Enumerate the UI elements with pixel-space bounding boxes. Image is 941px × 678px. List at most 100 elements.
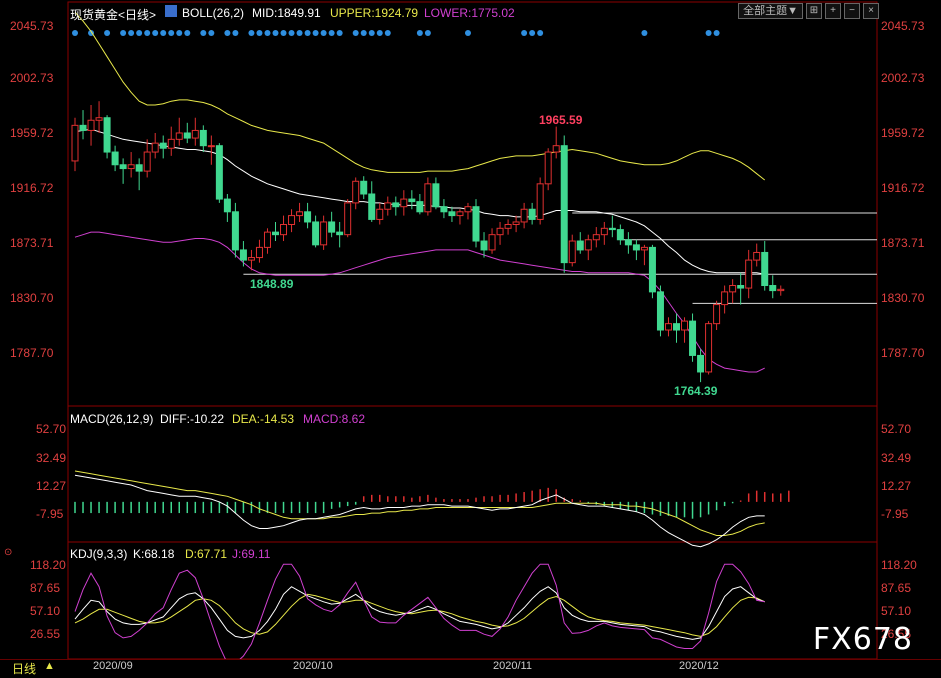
candle-body <box>127 164 135 170</box>
left-tick: 1916.72 <box>10 181 54 195</box>
candle-body <box>215 145 223 200</box>
timeframe-arrow-icon[interactable]: ▲ <box>44 660 55 672</box>
price-panel-frame <box>67 1 878 407</box>
candle-body <box>664 323 672 331</box>
signal-dot <box>376 30 383 36</box>
signal-dot <box>200 30 207 36</box>
kdj-left-tick: 57.10 <box>30 604 61 618</box>
macd-left-tick: 12.27 <box>36 479 67 493</box>
left-tick: 2002.73 <box>10 71 54 85</box>
candle-body <box>263 231 271 248</box>
candle-body <box>111 151 119 166</box>
right-tick: 1916.72 <box>881 181 925 195</box>
signal-dot <box>128 30 135 36</box>
candle-body <box>376 208 384 220</box>
signal-dot <box>336 30 343 36</box>
boll-mid: MID:1849.91 <box>252 6 321 20</box>
boll-upper-line <box>74 11 766 181</box>
candle-body <box>288 215 296 226</box>
signal-dot <box>168 30 175 36</box>
candle-body <box>488 234 496 251</box>
signal-dot <box>232 30 239 36</box>
candle-body <box>616 229 624 241</box>
candle-body <box>777 288 785 292</box>
candle-body <box>320 221 328 246</box>
macd-dea-line <box>74 470 765 536</box>
candle-body <box>624 239 632 246</box>
candle-body <box>167 138 175 149</box>
candle-body <box>159 142 167 149</box>
candle-body <box>272 231 279 236</box>
candle-body <box>721 291 729 306</box>
candle-body <box>568 240 576 264</box>
macd-label: MACD(26,12,9) <box>70 412 154 426</box>
right-tick: 1787.70 <box>881 346 925 360</box>
candle-body <box>480 240 488 251</box>
right-tick: 2045.73 <box>881 19 925 33</box>
add-icon[interactable]: + <box>825 3 841 19</box>
kdj-d-line <box>74 593 765 637</box>
signal-dot <box>280 30 287 36</box>
kdj-label: KDJ(9,3,3) <box>70 547 128 561</box>
timeframe-selector[interactable]: 日线 <box>12 660 36 677</box>
signal-dot <box>184 30 191 36</box>
kdj-j: J:69.11 <box>232 547 271 561</box>
right-tick: 1830.70 <box>881 291 925 305</box>
signal-dot <box>713 30 720 36</box>
mark-annotation: 1848.89 <box>250 277 294 291</box>
left-tick: 2045.73 <box>10 19 54 33</box>
candle-body <box>360 180 368 195</box>
candle-body <box>71 124 79 162</box>
boll-label: BOLL(26,2) <box>182 6 245 20</box>
macd-left-tick: -7.95 <box>36 507 64 521</box>
candle-body <box>408 198 416 203</box>
toggle-icon[interactable]: ⊞ <box>806 3 822 19</box>
signal-dot <box>144 30 151 36</box>
right-tick: 2002.73 <box>881 71 925 85</box>
candle-body <box>528 208 536 220</box>
remove-icon[interactable]: − <box>844 3 860 19</box>
right-tick: 1959.72 <box>881 126 925 140</box>
signal-dot <box>304 30 311 36</box>
candle-body <box>584 239 592 251</box>
candle-body <box>231 211 239 251</box>
signal-dot <box>176 30 183 36</box>
candle-body <box>560 145 568 264</box>
signal-dot <box>312 30 319 36</box>
left-tick: 1959.72 <box>10 126 54 140</box>
close-icon[interactable]: × <box>863 3 879 19</box>
candle-body <box>753 251 761 261</box>
kdj-k-line <box>74 586 765 640</box>
macd-right-tick: -7.95 <box>881 507 909 521</box>
candle-body <box>352 180 360 204</box>
theme-button[interactable]: 全部主题▼ <box>738 3 803 19</box>
indicator-icon[interactable] <box>165 5 177 17</box>
settings-icon[interactable]: ⊙ <box>4 547 12 558</box>
candle-body <box>199 129 207 147</box>
candle-body <box>600 227 608 236</box>
candle-body <box>247 257 255 261</box>
candle-body <box>103 117 111 153</box>
candle-body <box>729 285 737 293</box>
instrument-title[interactable]: 现货黄金<日线> <box>70 6 156 23</box>
right-tick: 1873.71 <box>881 236 925 250</box>
candle-body <box>400 198 408 208</box>
signal-dot <box>248 30 255 36</box>
kdj-left-tick: 26.55 <box>30 627 61 641</box>
candle-body <box>648 246 656 293</box>
candle-body <box>336 231 344 236</box>
candle-body <box>424 183 432 213</box>
candle-body <box>280 224 288 236</box>
macd-right-tick: 52.70 <box>881 422 912 436</box>
macd-left-tick: 52.70 <box>36 422 67 436</box>
candle-body <box>472 206 480 242</box>
candle-body <box>87 119 95 131</box>
signal-dot <box>529 30 536 36</box>
signal-dot <box>264 30 271 36</box>
signal-dot <box>120 30 127 36</box>
signal-dot <box>368 30 375 36</box>
candle-body <box>119 164 127 170</box>
signal-dot <box>424 30 431 36</box>
candle-body <box>544 151 552 185</box>
watermark: FX678 <box>812 622 913 657</box>
